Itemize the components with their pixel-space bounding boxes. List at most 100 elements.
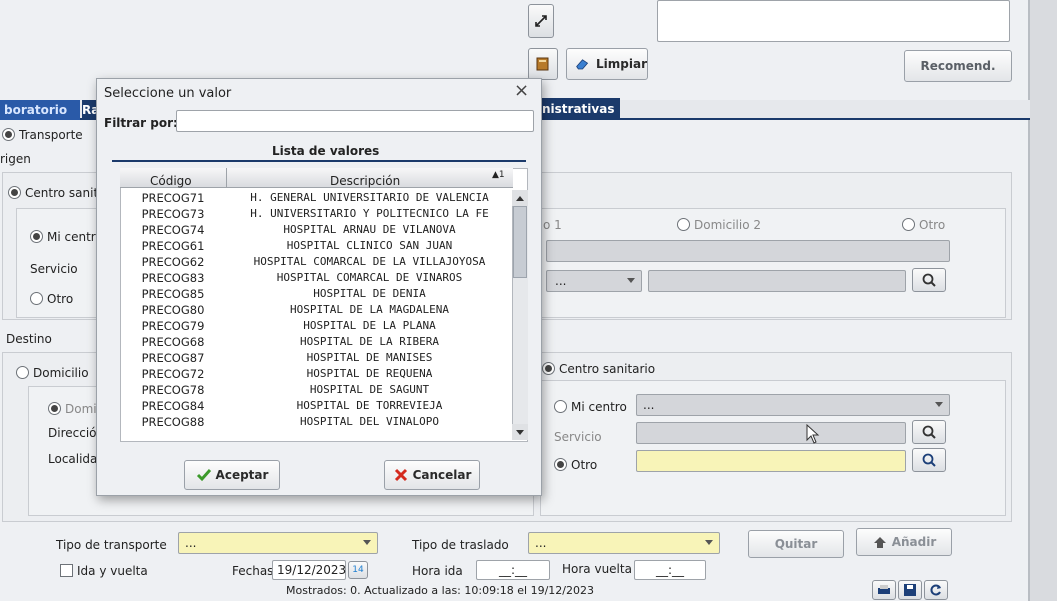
origen-address-field[interactable] — [546, 240, 950, 262]
top-text-area[interactable] — [657, 0, 1010, 42]
destino-mi-centro-radio[interactable]: Mi centro — [554, 400, 627, 414]
destino-domicilio-radio[interactable]: Domicilio — [16, 366, 89, 380]
table-row[interactable]: PRECOG78 HOSPITAL DE SAGUNT — [120, 382, 513, 398]
search-icon — [922, 453, 936, 467]
domicilio1-partial-label: o 1 — [543, 218, 562, 232]
table-row[interactable]: PRECOG84 HOSPITAL DE TORREVIEJA — [120, 398, 513, 414]
limpiar-button[interactable]: Limpiar — [566, 48, 648, 80]
fechas-field[interactable]: 19/12/2023 — [272, 560, 346, 580]
table-row[interactable]: PRECOG62 HOSPITAL COMARCAL DE LA VILLAJOY… — [120, 254, 513, 270]
table-row[interactable]: PRECOG73 H. UNIVERSITARIO Y POLITECNICO L… — [120, 206, 513, 222]
destino-servicio-search-button[interactable] — [912, 420, 946, 444]
calendar-icon: 14 — [352, 565, 364, 575]
column-header-descripcion[interactable]: Descripción — [330, 174, 400, 188]
arrow-up-icon — [516, 195, 524, 201]
transporte-radio[interactable]: Transporte — [2, 128, 83, 142]
codigo-cell: PRECOG85 — [141, 287, 205, 301]
destino-domicilio-label: Domicilio — [33, 366, 89, 380]
scroll-thumb[interactable] — [513, 206, 527, 278]
origen-search-button[interactable] — [912, 268, 946, 292]
radio-dot — [48, 402, 61, 415]
print-button[interactable] — [872, 580, 896, 600]
search-icon — [922, 273, 936, 287]
tab-administrativas-label: nistrativas — [542, 102, 615, 116]
sort-indicator: ▲1 — [492, 170, 505, 180]
radio-dot — [30, 230, 43, 243]
origen-combo[interactable]: ... — [546, 270, 642, 292]
tab-administrativas[interactable]: nistrativas — [540, 98, 620, 120]
column-divider — [226, 168, 227, 188]
save-button[interactable] — [898, 580, 922, 600]
hora-ida-field[interactable]: __:__ — [476, 560, 550, 580]
origen-locality-field[interactable] — [648, 270, 906, 292]
descripcion-cell: HOSPITAL ARNAU DE VILANOVA — [283, 223, 456, 236]
check-icon — [196, 469, 211, 482]
table-row[interactable]: PRECOG79 HOSPITAL DE LA PLANA — [120, 318, 513, 334]
ida-vuelta-checkbox[interactable]: Ida y vuelta — [60, 564, 148, 578]
cancelar-button[interactable]: Cancelar — [384, 460, 480, 490]
refresh-button[interactable] — [924, 580, 948, 600]
tipo-traslado-label: Tipo de traslado — [412, 538, 509, 552]
cancelar-label: Cancelar — [412, 468, 472, 482]
table-row[interactable]: PRECOG88 HOSPITAL DEL VINALOPO — [120, 414, 513, 430]
add-hand-icon — [873, 537, 886, 548]
destino-otro-search-button[interactable] — [912, 448, 946, 472]
expand-button[interactable] — [528, 4, 554, 38]
origen-mi-centro-radio[interactable]: Mi centro — [30, 230, 103, 244]
descripcion-cell: HOSPITAL DE REQUENA — [306, 367, 433, 380]
scroll-down-button[interactable] — [512, 424, 528, 440]
table-row[interactable]: PRECOG71 H. GENERAL UNIVERSITARIO DE VALE… — [120, 190, 513, 206]
book-button[interactable] — [528, 48, 558, 80]
destino-centro-sanitario-label: Centro sanitario — [559, 362, 656, 376]
tipo-transporte-combo[interactable]: ... — [178, 532, 378, 554]
table-row[interactable]: PRECOG87 HOSPITAL DE MANISES — [120, 350, 513, 366]
tipo-traslado-combo[interactable]: ... — [528, 532, 720, 554]
column-header-codigo[interactable]: Código — [150, 174, 192, 188]
tab-laboratorio[interactable]: boratorio — [0, 100, 80, 120]
codigo-cell: PRECOG78 — [141, 383, 205, 397]
filter-input[interactable] — [176, 110, 534, 132]
close-icon: × — [514, 80, 530, 101]
table-row[interactable]: PRECOG74 HOSPITAL ARNAU DE VILANOVA — [120, 222, 513, 238]
descripcion-cell: HOSPITAL DE MANISES — [306, 351, 433, 364]
aceptar-label: Aceptar — [215, 468, 269, 482]
descripcion-cell: HOSPITAL COMARCAL DE VINAROS — [276, 271, 463, 284]
table-row[interactable]: PRECOG85 HOSPITAL DE DENIA — [120, 286, 513, 302]
origen-otro-right-label: Otro — [919, 218, 946, 232]
destino-otro-radio[interactable]: Otro — [554, 458, 597, 472]
right-edge-panel — [1030, 0, 1057, 601]
table-row[interactable]: PRECOG83 HOSPITAL COMARCAL DE VINAROS — [120, 270, 513, 286]
expand-icon — [535, 15, 547, 27]
origen-otro-label: Otro — [47, 292, 74, 306]
table-row[interactable]: PRECOG72 HOSPITAL DE REQUENA — [120, 366, 513, 382]
table-row[interactable]: PRECOG68 HOSPITAL DE LA RIBERA — [120, 334, 513, 350]
scroll-up-button[interactable] — [512, 190, 528, 206]
dialog-close-button[interactable]: × — [514, 80, 529, 101]
radio-dot — [902, 218, 915, 231]
refresh-icon — [930, 584, 941, 596]
descripcion-cell: HOSPITAL DE LA PLANA — [303, 319, 436, 332]
hora-vuelta-field[interactable]: __:__ — [634, 560, 706, 580]
destino-mi-centro-combo[interactable]: ... — [636, 394, 950, 416]
descripcion-cell: HOSPITAL DE SAGUNT — [309, 383, 430, 396]
chevron-down-icon — [627, 278, 635, 283]
destino-otro-field[interactable] — [636, 450, 906, 472]
transporte-radio-dot — [2, 128, 15, 141]
origen-otro-radio[interactable]: Otro — [30, 292, 73, 306]
anadir-button[interactable]: Añadir — [856, 528, 952, 556]
origen-otro-right-radio[interactable]: Otro — [902, 218, 945, 232]
codigo-cell: PRECOG84 — [141, 399, 205, 413]
calendar-button[interactable]: 14 — [348, 561, 368, 579]
values-table: PRECOG71 H. GENERAL UNIVERSITARIO DE VALE… — [120, 190, 513, 430]
aceptar-button[interactable]: Aceptar — [184, 460, 280, 490]
recomend-label: Recomend. — [920, 59, 996, 73]
table-row[interactable]: PRECOG61 HOSPITAL CLINICO SAN JUAN — [120, 238, 513, 254]
recomend-button[interactable]: Recomend. — [904, 50, 1012, 82]
domicilio2-radio[interactable]: Domicilio 2 — [677, 218, 761, 232]
descripcion-cell: H. GENERAL UNIVERSITARIO DE VALENCIA — [250, 191, 489, 204]
quitar-button[interactable]: Quitar — [748, 530, 844, 558]
origen-label: rigen — [0, 152, 31, 166]
destino-centro-sanitario-radio[interactable]: Centro sanitario — [542, 362, 655, 376]
destino-servicio-field[interactable] — [636, 422, 906, 444]
table-row[interactable]: PRECOG80 HOSPITAL DE LA MAGDALENA — [120, 302, 513, 318]
